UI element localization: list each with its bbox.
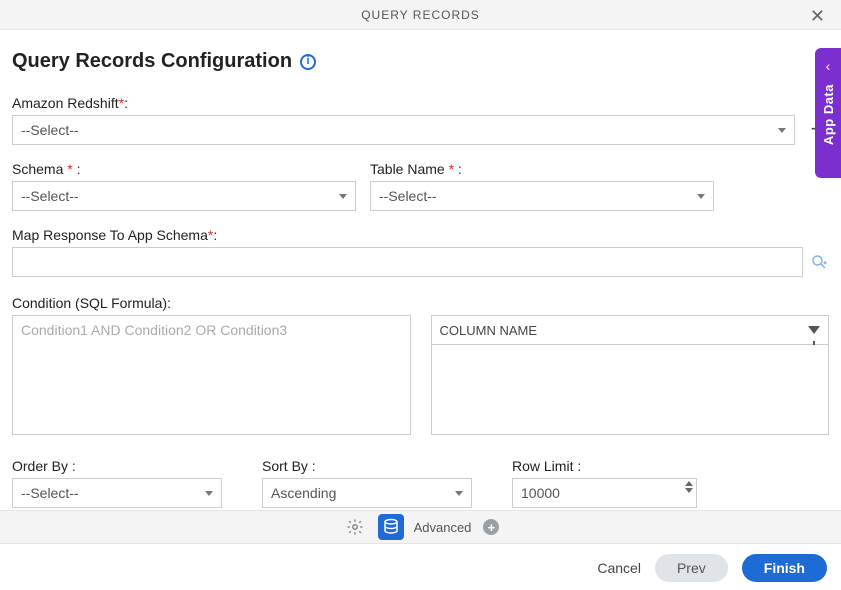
modal-title: QUERY RECORDS xyxy=(361,8,480,22)
advanced-label: Advanced xyxy=(414,520,472,535)
column-list[interactable] xyxy=(431,345,830,435)
database-button[interactable] xyxy=(378,514,404,540)
stepper-up-icon[interactable] xyxy=(685,481,693,486)
chevron-down-icon xyxy=(205,491,213,496)
condition-label: Condition (SQL Formula): xyxy=(12,295,829,311)
redshift-label: Amazon Redshift*: xyxy=(12,95,829,111)
page-title: Query Records Configuration xyxy=(12,50,292,73)
modal-header: QUERY RECORDS ✕ xyxy=(0,0,841,30)
settings-button[interactable] xyxy=(342,514,368,540)
orderby-label: Order By : xyxy=(12,458,222,474)
prev-button[interactable]: Prev xyxy=(655,554,728,582)
table-select[interactable]: --Select-- xyxy=(370,181,714,211)
schema-field: Schema * : --Select-- xyxy=(12,161,356,211)
app-data-sidebar-tab[interactable]: ‹ App Data xyxy=(815,48,841,178)
stepper-down-icon[interactable] xyxy=(685,488,693,493)
footer: Cancel Prev Finish xyxy=(0,546,841,590)
filter-icon[interactable] xyxy=(808,326,820,334)
lookup-icon[interactable] xyxy=(809,252,829,272)
redshift-field: Amazon Redshift*: --Select-- + xyxy=(12,95,829,145)
map-input[interactable] xyxy=(12,247,803,277)
cancel-button[interactable]: Cancel xyxy=(597,560,641,576)
config-form: Query Records Configuration i Amazon Red… xyxy=(0,30,841,508)
condition-textarea[interactable] xyxy=(12,315,411,435)
orderby-select[interactable]: --Select-- xyxy=(12,478,222,508)
finish-button[interactable]: Finish xyxy=(742,554,827,582)
info-icon[interactable]: i xyxy=(300,54,316,70)
rowlimit-field: Row Limit : xyxy=(512,458,697,508)
app-data-label: App Data xyxy=(821,84,836,145)
map-field: Map Response To App Schema*: xyxy=(12,227,829,277)
advanced-add-button[interactable]: + xyxy=(483,519,499,535)
table-field: Table Name * : --Select-- xyxy=(370,161,714,211)
sortby-field: Sort By : Ascending xyxy=(262,458,472,508)
rowlimit-label: Row Limit : xyxy=(512,458,697,474)
page-title-row: Query Records Configuration i xyxy=(12,50,829,73)
orderby-field: Order By : --Select-- xyxy=(12,458,222,508)
chevron-down-icon xyxy=(778,128,786,133)
map-label: Map Response To App Schema*: xyxy=(12,227,829,243)
tool-bar: Advanced + xyxy=(0,510,841,544)
sortby-select[interactable]: Ascending xyxy=(262,478,472,508)
schema-label: Schema * : xyxy=(12,161,356,177)
sortby-label: Sort By : xyxy=(262,458,472,474)
column-name-header[interactable]: COLUMN NAME xyxy=(431,315,830,345)
close-icon[interactable]: ✕ xyxy=(804,4,831,29)
redshift-select[interactable]: --Select-- xyxy=(12,115,795,145)
table-label: Table Name * : xyxy=(370,161,714,177)
chevron-left-icon: ‹ xyxy=(826,58,831,74)
chevron-down-icon xyxy=(455,491,463,496)
chevron-down-icon xyxy=(339,194,347,199)
schema-select[interactable]: --Select-- xyxy=(12,181,356,211)
chevron-down-icon xyxy=(697,194,705,199)
rowlimit-input[interactable] xyxy=(512,478,697,508)
